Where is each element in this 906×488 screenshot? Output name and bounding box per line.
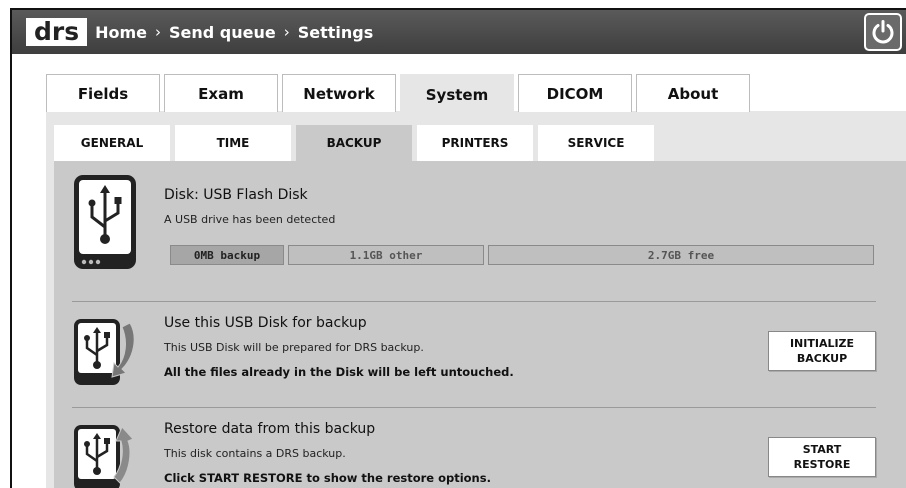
usage-other: 1.1GB other bbox=[288, 245, 484, 265]
subtab-time[interactable]: TIME bbox=[175, 125, 291, 161]
breadcrumb: Home › Send queue › Settings bbox=[95, 23, 373, 42]
initialize-backup-label-2: BACKUP bbox=[796, 352, 848, 365]
subtab-general[interactable]: GENERAL bbox=[54, 125, 170, 161]
app-window: drs Home › Send queue › Settings Fields … bbox=[10, 8, 906, 488]
sub-tabs: GENERAL TIME BACKUP PRINTERS SERVICE bbox=[54, 125, 654, 161]
subtab-service[interactable]: SERVICE bbox=[538, 125, 654, 161]
breadcrumb-send-queue[interactable]: Send queue bbox=[169, 23, 276, 42]
main-tabs: Fields Exam Network System DICOM About bbox=[46, 74, 750, 114]
disk-usage-bar: 0MB backup 1.1GB other 2.7GB free bbox=[170, 245, 874, 265]
breadcrumb-home[interactable]: Home bbox=[95, 23, 147, 42]
breadcrumb-separator: › bbox=[283, 23, 290, 41]
restore-note: Click START RESTORE to show the restore … bbox=[164, 471, 491, 485]
power-icon bbox=[872, 20, 894, 44]
subtab-printers[interactable]: PRINTERS bbox=[417, 125, 533, 161]
use-backup-title: Use this USB Disk for backup bbox=[164, 315, 367, 331]
tab-dicom[interactable]: DICOM bbox=[518, 74, 632, 112]
initialize-backup-button[interactable]: INITIALIZE BACKUP bbox=[768, 331, 876, 371]
system-settings: GENERAL TIME BACKUP PRINTERS SERVICE Dis… bbox=[46, 111, 906, 488]
backup-panel: Disk: USB Flash Disk A USB drive has bee… bbox=[54, 161, 906, 488]
disk-section: Disk: USB Flash Disk A USB drive has bee… bbox=[72, 173, 876, 281]
power-button[interactable] bbox=[864, 13, 902, 51]
breadcrumb-settings[interactable]: Settings bbox=[298, 23, 374, 42]
usage-backup: 0MB backup bbox=[170, 245, 284, 265]
use-backup-section: Use this USB Disk for backup This USB Di… bbox=[72, 301, 876, 397]
start-restore-label-2: RESTORE bbox=[793, 458, 851, 471]
tab-system[interactable]: System bbox=[400, 74, 514, 114]
disk-subtitle: A USB drive has been detected bbox=[164, 213, 336, 226]
initialize-backup-label-1: INITIALIZE bbox=[789, 337, 855, 350]
use-backup-description: This USB Disk will be prepared for DRS b… bbox=[164, 341, 424, 354]
restore-description: This disk contains a DRS backup. bbox=[164, 447, 346, 460]
start-restore-button[interactable]: START RESTORE bbox=[768, 437, 876, 477]
tab-about[interactable]: About bbox=[636, 74, 750, 112]
breadcrumb-separator: › bbox=[155, 23, 162, 41]
usage-free: 2.7GB free bbox=[488, 245, 874, 265]
tab-network[interactable]: Network bbox=[282, 74, 396, 112]
subtab-backup[interactable]: BACKUP bbox=[296, 125, 412, 161]
section-divider bbox=[72, 407, 876, 408]
usb-device-icon bbox=[72, 173, 140, 277]
usb-restore-icon bbox=[72, 423, 140, 488]
tab-exam[interactable]: Exam bbox=[164, 74, 278, 112]
top-bar: drs Home › Send queue › Settings bbox=[12, 10, 906, 54]
use-backup-note: All the files already in the Disk will b… bbox=[164, 365, 514, 379]
drs-logo: drs bbox=[26, 18, 88, 46]
tab-fields[interactable]: Fields bbox=[46, 74, 160, 112]
disk-title: Disk: USB Flash Disk bbox=[164, 187, 308, 203]
start-restore-label-1: START bbox=[802, 443, 842, 456]
restore-section: Restore data from this backup This disk … bbox=[72, 409, 876, 488]
restore-title: Restore data from this backup bbox=[164, 421, 376, 437]
usb-backup-icon bbox=[72, 317, 140, 393]
